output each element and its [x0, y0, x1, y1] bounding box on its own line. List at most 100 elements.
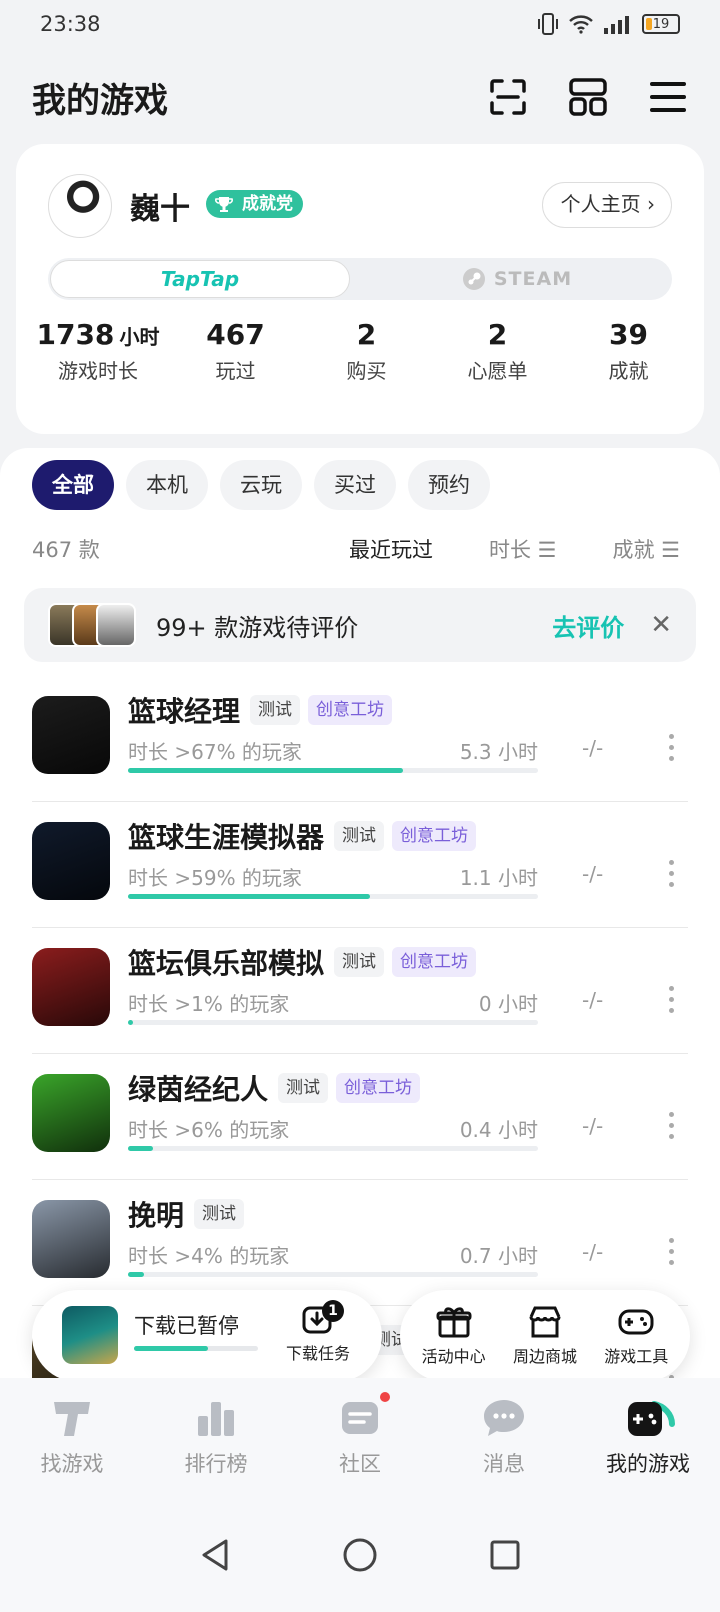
- tab-ranking[interactable]: 排行榜: [144, 1378, 288, 1498]
- game-name: 篮坛俱乐部模拟: [128, 947, 325, 980]
- menu-icon[interactable]: [648, 77, 688, 117]
- trophy-icon: [210, 192, 238, 216]
- notification-dot: [378, 1390, 392, 1404]
- more-options-icon[interactable]: [669, 986, 674, 1013]
- vibrate-icon: [538, 13, 558, 35]
- tag-test: 测试: [334, 821, 385, 851]
- wifi-icon: [569, 15, 593, 34]
- rate-banner: 99+ 款游戏待评价 去评价 ✕: [24, 588, 696, 662]
- tab-label: 找游戏: [40, 1452, 104, 1476]
- game-percentile: 时长 >6% 的玩家: [128, 1118, 290, 1142]
- close-icon[interactable]: ✕: [650, 610, 672, 640]
- stat-achievements[interactable]: 39 成就: [573, 318, 683, 384]
- back-icon[interactable]: [198, 1537, 232, 1573]
- stat-wishlist[interactable]: 2 心愿单: [442, 318, 552, 384]
- game-icon[interactable]: [32, 948, 110, 1026]
- scan-icon[interactable]: [488, 77, 528, 117]
- game-title-row: 绿茵经纪人 测试 创意工坊: [128, 1068, 421, 1108]
- game-achievement: -/-: [582, 1240, 604, 1264]
- game-icon[interactable]: [32, 1200, 110, 1278]
- game-row[interactable]: 篮坛俱乐部模拟 测试 创意工坊 时长 >1% 的玩家 0 小时 -/-: [32, 928, 688, 1054]
- more-options-icon[interactable]: [669, 1112, 674, 1139]
- filter-bought[interactable]: 买过: [314, 460, 396, 510]
- activity-center-button[interactable]: 活动中心: [411, 1305, 497, 1367]
- stat-played[interactable]: 467 玩过: [181, 318, 291, 384]
- game-thumb: [96, 603, 136, 647]
- game-playtime-bar: [128, 894, 538, 899]
- game-achievement: -/-: [582, 1114, 604, 1138]
- activity-center-label: 活动中心: [421, 1347, 486, 1366]
- more-options-icon[interactable]: [669, 1238, 674, 1265]
- steam-icon: [462, 268, 485, 290]
- profile-page-button[interactable]: 个人主页 ›: [541, 182, 672, 228]
- home-icon[interactable]: [342, 1537, 378, 1573]
- community-icon: [336, 1390, 392, 1440]
- stat-unit: 小时: [119, 325, 160, 349]
- tab-steam[interactable]: STEAM: [362, 258, 672, 300]
- game-playtime-bar: [128, 1020, 538, 1025]
- game-icon[interactable]: [32, 1074, 110, 1152]
- download-status: 下载已暂停: [134, 1314, 239, 1338]
- tab-community[interactable]: 社区: [288, 1378, 432, 1498]
- stat-label: 购买: [346, 359, 387, 383]
- tab-my-games[interactable]: 我的游戏: [576, 1378, 720, 1498]
- layout-icon[interactable]: [568, 77, 608, 117]
- rate-button[interactable]: 去评价: [552, 608, 624, 643]
- recents-icon[interactable]: [488, 1538, 522, 1572]
- merch-shop-button[interactable]: 周边商城: [502, 1305, 588, 1367]
- download-count-badge: 1: [322, 1300, 344, 1322]
- list-meta: 467 款 最近玩过 时长 ☰ 成就 ☰: [32, 534, 680, 564]
- merch-shop-label: 周边商城: [512, 1347, 577, 1366]
- game-row[interactable]: 挽明 测试时长 >4% 的玩家 0.7 小时 -/-: [32, 1180, 688, 1306]
- game-achievement: -/-: [582, 988, 604, 1012]
- filter-cloud[interactable]: 云玩: [220, 460, 302, 510]
- tag-test: 测试: [334, 947, 385, 977]
- stat-playtime[interactable]: 1738 小时 游戏时长: [36, 318, 159, 384]
- platform-toggle: TapTap STEAM: [48, 258, 672, 300]
- game-name: 篮球经理: [128, 695, 241, 728]
- game-hours: 0.7 小时: [459, 1244, 538, 1268]
- game-icon[interactable]: [32, 696, 110, 774]
- status-icons: 19: [536, 13, 680, 35]
- tab-find-games[interactable]: 找游戏: [0, 1378, 144, 1498]
- profile-card: 巍十 成就党 个人主页 › TapTap STEAM 1738 小时 游戏时长 …: [16, 144, 704, 434]
- sort-recent[interactable]: 最近玩过: [349, 534, 433, 564]
- stat-value: 2: [356, 318, 377, 351]
- download-widget[interactable]: 下载已暂停 1 下载任务: [32, 1290, 382, 1382]
- download-tasks-button[interactable]: 1 下载任务: [278, 1300, 358, 1364]
- game-achievement: -/-: [582, 862, 604, 886]
- stat-value: 2: [487, 318, 508, 351]
- game-hours: 5.3 小时: [459, 740, 538, 764]
- status-bar: 23:38 19: [0, 0, 720, 48]
- filter-reserved[interactable]: 预约: [408, 460, 490, 510]
- rate-banner-text: 99+ 款游戏待评价: [156, 613, 359, 642]
- stat-purchased[interactable]: 2 购买: [311, 318, 421, 384]
- tab-messages[interactable]: 消息: [432, 1378, 576, 1498]
- avatar[interactable]: [48, 174, 112, 238]
- sort-playtime[interactable]: 时长 ☰: [489, 534, 557, 564]
- stat-value: 1738: [36, 318, 115, 351]
- game-row[interactable]: 篮球生涯模拟器 测试 创意工坊 时长 >59% 的玩家 1.1 小时 -/-: [32, 802, 688, 928]
- more-options-icon[interactable]: [669, 860, 674, 887]
- game-tools-button[interactable]: 游戏工具: [593, 1305, 679, 1367]
- game-tools-label: 游戏工具: [604, 1347, 669, 1366]
- tab-taptap[interactable]: TapTap: [50, 260, 350, 298]
- game-count: 467 款: [32, 538, 100, 562]
- bottom-tab-bar: 找游戏 排行榜 社区 消息 我的游戏: [0, 1378, 720, 1498]
- game-title-row: 挽明 测试: [128, 1194, 245, 1234]
- game-playtime-bar: [128, 1146, 538, 1151]
- achievement-badge-label: 成就党: [242, 194, 293, 214]
- achievement-badge[interactable]: 成就党: [206, 190, 303, 218]
- more-options-icon[interactable]: [669, 734, 674, 761]
- sort-achievement[interactable]: 成就 ☰: [612, 534, 680, 564]
- game-name: 篮球生涯模拟器: [128, 821, 325, 854]
- filter-local[interactable]: 本机: [126, 460, 208, 510]
- filter-all[interactable]: 全部: [32, 460, 114, 510]
- message-icon: [480, 1396, 528, 1440]
- stat-value: 39: [608, 318, 648, 351]
- game-row[interactable]: 绿茵经纪人 测试 创意工坊 时长 >6% 的玩家 0.4 小时 -/-: [32, 1054, 688, 1180]
- game-percentile: 时长 >59% 的玩家: [128, 866, 302, 890]
- game-row[interactable]: 篮球经理 测试 创意工坊 时长 >67% 的玩家 5.3 小时 -/-: [32, 676, 688, 802]
- game-playtime-info: 时长 >4% 的玩家 0.7 小时: [128, 1240, 538, 1269]
- game-icon[interactable]: [32, 822, 110, 900]
